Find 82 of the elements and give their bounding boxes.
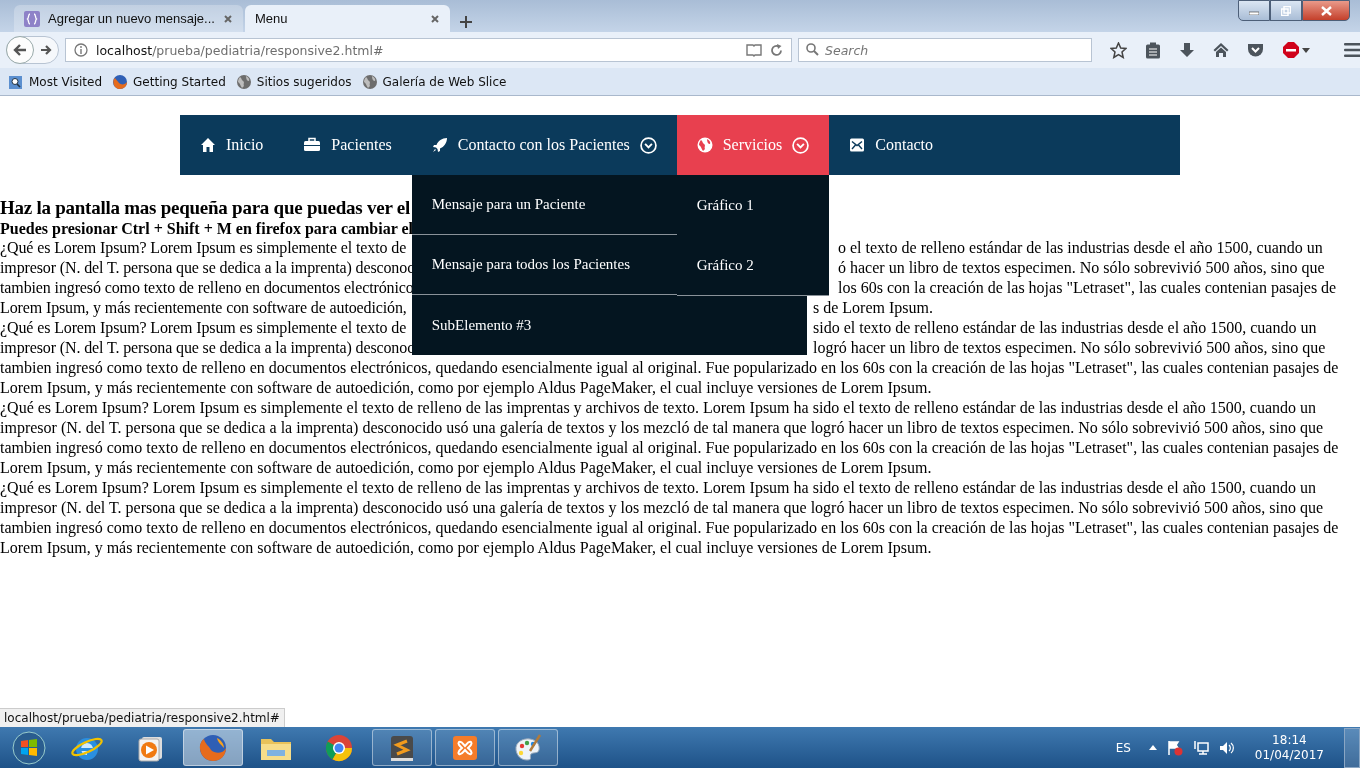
info-icon xyxy=(74,43,88,57)
network-icon xyxy=(1192,739,1209,756)
browser-tab[interactable]: Menu xyxy=(244,5,450,32)
globe-icon xyxy=(696,137,713,153)
paragraph-line: tambien ingresó como texto de relleno en documentos electrónico xyxy=(0,278,414,298)
forward-arrow-icon xyxy=(40,44,52,56)
flag-error-icon xyxy=(1166,739,1183,756)
page-subheading: Puedes presionar Ctrl + Shift + M en firefox para cambiar el xyxy=(0,219,414,238)
search-icon xyxy=(806,43,819,56)
forward-button[interactable] xyxy=(40,44,52,56)
paragraph: ¿Qué es Lorem Ipsum? Lorem Ipsum es simplemente el texto de relleno de las imprentas y archivos de texto. Lorem Ipsum ha sido el texto de relleno estándar de las industrias desde el año 1500, cuando un impresor (N. del T. persona que se dedica a la imprenta) desconocido usó una galería de textos y los mezcló de tal manera que logró hacer un libro de textos especimen. No sólo sobrevivió 500 años, sino que tambien ingresó como texto de relleno en documentos electrónicos, quedando esencialmente igual al original. Fue popularizado en los 60s con la creación de las hojas "Letraset", las cuales contenian pasajes de Lorem Ipsum, y más recientemente con software de autoedición, como por ejemplo Aldus PageMaker, el cual incluye versiones de Lorem Ipsum. xyxy=(0,398,1340,478)
rocket-icon xyxy=(431,137,448,153)
restore-icon xyxy=(1281,5,1291,16)
taskbar-app[interactable] xyxy=(435,729,495,766)
reader-view-icon xyxy=(746,43,762,57)
minimize-button[interactable] xyxy=(1238,0,1270,21)
address-field[interactable]: localhost/prueba/pediatria/responsive2.html# xyxy=(65,38,792,62)
back-arrow-icon xyxy=(13,43,27,57)
paragraph-line: los 60s con la creación de las hojas "Letraset", las cuales contenian pasajes de xyxy=(838,278,1337,298)
folder-search-icon xyxy=(8,73,24,90)
paragraph-line: sido el texto de relleno estándar de las industrias desde el año 1500, cuando un xyxy=(813,318,1317,338)
download-arrow-icon xyxy=(1179,42,1195,58)
restore-button[interactable] xyxy=(1270,0,1302,21)
nav-item[interactable]: Inicio xyxy=(180,115,284,175)
language-indicator[interactable]: ES xyxy=(1115,740,1131,755)
star-icon xyxy=(1110,41,1127,59)
envelope-icon xyxy=(849,137,866,153)
taskbar-app[interactable] xyxy=(183,729,243,766)
bookmark-link[interactable]: Galería de Web Slice xyxy=(382,74,507,89)
caret-icon xyxy=(1302,47,1310,53)
status-url: localhost/prueba/pediatria/responsive2.html# xyxy=(0,708,285,727)
globe-icon xyxy=(235,73,252,90)
briefcase-icon xyxy=(303,137,322,153)
bookmarks-list-button[interactable] xyxy=(1145,41,1161,59)
paint-palette-icon xyxy=(512,732,544,763)
chevron-down-icon xyxy=(639,136,657,154)
paragraph-line: ¿Qué es Lorem Ipsum? Lorem Ipsum es simplemente el texto de xyxy=(0,318,407,338)
windows-orb-icon xyxy=(11,729,47,766)
new-tab-icon xyxy=(459,16,472,28)
search-field[interactable]: Search xyxy=(798,38,1092,62)
paragraph-line: Lorem Ipsum, y más recientemente con software de autoedición, xyxy=(0,298,407,318)
back-button[interactable] xyxy=(6,36,34,64)
browser-tab[interactable]: Agregar un nuevo mensaje... xyxy=(14,5,243,32)
taskbar-app[interactable] xyxy=(372,729,432,766)
paragraph-line: o el texto de relleno estándar de las industrias desde el año 1500, cuando un xyxy=(838,238,1323,258)
nav-item[interactable]: Contacto xyxy=(829,115,954,175)
close-icon xyxy=(222,13,233,24)
close-icon xyxy=(1320,5,1332,16)
home-button[interactable] xyxy=(1213,42,1229,58)
home-icon xyxy=(1213,42,1229,58)
clock[interactable]: 18:14 01/04/2017 xyxy=(1254,732,1324,763)
close-icon xyxy=(429,13,440,24)
paragraph-line: ¿Qué es Lorem Ipsum? Lorem Ipsum es simplemente el texto de xyxy=(0,238,407,258)
paragraph-line: logró hacer un libro de textos especimen. No sólo sobrevivió 500 años, sino que xyxy=(813,338,1326,358)
clipboard-list-icon xyxy=(1145,41,1161,59)
bookmark-star-button[interactable] xyxy=(1110,41,1127,59)
bookmark-link[interactable]: Most Visited xyxy=(29,74,103,89)
paragraph: ¿Qué es Lorem Ipsum? Lorem Ipsum es simplemente el texto de relleno de las imprentas y archivos de texto. Lorem Ipsum ha sido el texto de relleno estándar de las industrias desde el año 1500, cuando un impresor (N. del T. persona que se dedica a la imprenta) desconocido usó una galería de textos y los mezcló de tal manera que logró hacer un libro de textos especimen. No sólo sobrevivió 500 años, sino que tambien ingresó como texto de relleno en documentos electrónicos, quedando esencialmente igual al original. Fue popularizado en los 60s con la creación de las hojas "Letraset", las cuales contenian pasajes de Lorem Ipsum, y más recientemente con software de autoedición, como por ejemplo Aldus PageMaker, el cual incluye versiones de Lorem Ipsum. xyxy=(0,478,1340,558)
nav-item[interactable]: Pacientes xyxy=(283,115,412,175)
paragraph-line: s de Lorem Ipsum. xyxy=(813,298,933,318)
menu-button[interactable] xyxy=(1344,42,1360,58)
tri-color-circle-icon xyxy=(324,732,354,763)
fox-globe-icon xyxy=(112,73,129,90)
braces-icon xyxy=(24,10,40,27)
page-heading: Haz la pantalla mas pequeña para que puedas ver el xyxy=(0,197,411,219)
home-icon xyxy=(200,137,216,153)
adblock-button[interactable] xyxy=(1282,41,1310,59)
reload-icon xyxy=(770,43,783,57)
menu-icon xyxy=(1344,42,1360,58)
taskbar-app[interactable] xyxy=(498,729,558,766)
paragraph: tambien ingresó como texto de relleno en documentos electrónicos, quedando esencialmente igual al original. Fue popularizado en los 60s con la creación de las hojas "Letraset", las cuales contenian pasajes de Lorem Ipsum, y más recientemente con software de autoedición, como por ejemplo Aldus PageMaker, el cual incluye versiones de Lorem Ipsum. xyxy=(0,358,1340,398)
close-button[interactable] xyxy=(1302,0,1350,21)
paragraph-line: ó hacer un libro de textos especimen. No sólo sobrevivió 500 años, sino que xyxy=(838,258,1325,278)
pocket-shield-icon xyxy=(1247,42,1264,58)
bookmark-link[interactable]: Getting Started xyxy=(133,74,226,89)
bookmark-link[interactable]: Sitios sugeridos xyxy=(256,74,352,89)
downloads-button[interactable] xyxy=(1179,42,1195,58)
chevron-down-icon xyxy=(792,136,810,154)
pocket-button[interactable] xyxy=(1247,42,1264,58)
stop-sign-icon xyxy=(1282,41,1300,59)
tray-arrow-icon xyxy=(1148,745,1157,750)
globe-icon xyxy=(361,73,378,90)
